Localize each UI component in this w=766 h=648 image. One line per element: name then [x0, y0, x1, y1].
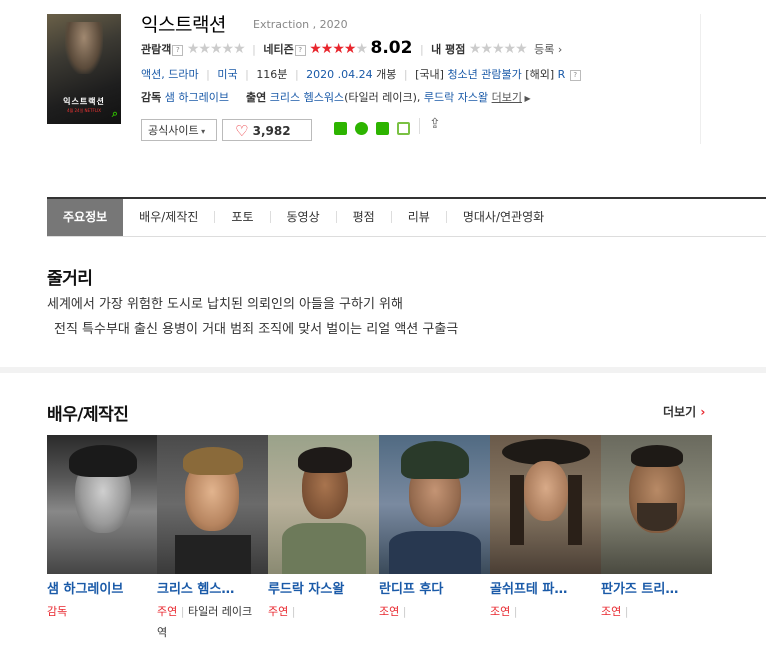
person-role: 조연 | — [601, 605, 629, 618]
heart-icon: ♡ — [235, 122, 249, 140]
poster-subtitle: 4월 24일 NETFLIX — [67, 108, 101, 113]
movie-poster[interactable]: 익스트랙션 4월 24일 NETFLIX ⌕ — [47, 14, 121, 124]
tab-cast-crew[interactable]: 배우/제작진 — [123, 199, 214, 236]
memo-share-icon[interactable] — [397, 122, 410, 135]
chevron-right-icon: › — [700, 405, 706, 419]
cast-section-heading: 배우/제작진 — [47, 405, 129, 425]
credits-row: 감독 샘 하그레이브 출연 크리스 헴스워스(타일러 레이크), 루드락 자스왈… — [141, 89, 531, 105]
release-suffix: 개봉 — [376, 68, 397, 81]
tab-video[interactable]: 동영상 — [271, 199, 336, 236]
cast-role: (타일러 레이크), — [344, 91, 421, 104]
cast-label: 출연 — [245, 91, 267, 104]
person-role: 감독 — [47, 605, 68, 618]
cast-link[interactable]: 크리스 헴스워스 — [270, 91, 344, 104]
synopsis-heading: 줄거리 — [47, 269, 93, 289]
person-role: 주연 | 타일러 레이크 역 — [157, 605, 253, 639]
tab-quotes-related[interactable]: 명대사/연관영화 — [447, 199, 560, 236]
audience-stars: ★★★★★ — [186, 41, 246, 57]
register-link[interactable]: 등록 › — [534, 43, 562, 56]
genre-link[interactable]: 드라마 — [168, 68, 198, 81]
person-name-link[interactable]: 크리스 헴스… — [157, 578, 265, 597]
director-label: 감독 — [141, 91, 162, 104]
caret-right-icon: ▶ — [521, 94, 531, 103]
tab-review[interactable]: 리뷰 — [392, 199, 446, 236]
person-photo[interactable] — [47, 435, 158, 574]
runtime: 116분 — [256, 68, 288, 81]
my-rating-label: 내 평점 — [431, 43, 466, 56]
person-name-link[interactable]: 루드락 자스왈 — [268, 578, 376, 597]
person-name-link[interactable]: 판가즈 트리… — [601, 578, 709, 597]
tab-main-info[interactable]: 주요정보 — [47, 199, 124, 236]
tab-photo[interactable]: 포토 — [215, 199, 269, 236]
magnifier-icon[interactable]: ⌕ — [112, 107, 118, 121]
my-rating-stars[interactable]: ★★★★★ — [469, 41, 528, 57]
person-photo[interactable] — [268, 435, 379, 574]
original-title: Extraction , 2020 — [253, 18, 348, 31]
help-icon[interactable]: ? — [294, 45, 306, 56]
grade-foreign-link[interactable]: R — [558, 68, 566, 81]
bookmark-share-icon[interactable] — [376, 122, 389, 135]
tab-bar: 주요정보 배우/제작진 포토 동영상 평점 리뷰 명대사/연관영화 — [47, 197, 766, 237]
grade-foreign-label: [해외] — [525, 68, 555, 81]
person-photo[interactable] — [490, 435, 601, 574]
person-photo[interactable] — [601, 435, 712, 574]
genre-link[interactable]: 액션 — [141, 68, 161, 81]
audience-label: 관람객 — [141, 43, 172, 56]
share-icons — [334, 120, 418, 139]
netizen-score: 8.02 — [370, 38, 413, 58]
ratings-row: 관람객? ★★★★★ | 네티즌? ★★★★★ 8.02 | 내 평점 ★★★★… — [141, 38, 563, 58]
credits-more-link[interactable]: 더보기 — [492, 91, 522, 104]
person-role: 조연 | — [490, 605, 518, 618]
help-icon[interactable]: ? — [569, 70, 581, 81]
person-name-link[interactable]: 샘 하그레이브 — [47, 578, 158, 597]
cast-link[interactable]: 루드락 자스왈 — [424, 91, 488, 104]
person-name-link[interactable]: 란디프 후다 — [379, 578, 487, 597]
director-link[interactable]: 샘 하그레이브 — [165, 91, 229, 104]
info-row: 액션, 드라마 | 미국 | 116분 | 2020 .04.24 개봉 | [… — [141, 66, 581, 82]
synopsis-text: 세계에서 가장 위험한 도시로 납치된 의뢰인의 아들을 구하기 위해 전직 특… — [47, 292, 458, 342]
country-link[interactable]: 미국 — [217, 68, 237, 81]
netizen-label: 네티즌 — [263, 43, 294, 56]
poster-figure — [65, 22, 103, 74]
grade-domestic-label: [국내] — [415, 68, 444, 81]
person-role: 주연 | — [268, 605, 296, 618]
share-icon[interactable]: ⇪ — [429, 116, 441, 132]
tab-rating[interactable]: 평점 — [337, 199, 391, 236]
like-count: 3,982 — [252, 124, 291, 138]
person-name-link[interactable]: 골쉬프테 파… — [490, 578, 598, 597]
synopsis-line: 전직 특수부대 출신 용병이 거대 범죄 조직에 맞서 벌이는 리얼 액션 구출… — [54, 322, 459, 337]
person-role: 조연 | — [379, 605, 407, 618]
netizen-stars: ★★★★★ — [309, 41, 368, 57]
grade-domestic-link[interactable]: 청소년 관람불가 — [447, 68, 521, 81]
cafe-share-icon[interactable] — [355, 122, 368, 135]
help-icon[interactable]: ? — [172, 45, 184, 56]
release-date-link[interactable]: 2020 .04.24 — [306, 68, 372, 81]
blog-share-icon[interactable] — [334, 122, 347, 135]
poster-title: 익스트랙션 — [63, 97, 105, 106]
like-button[interactable]: ♡ 3,982 — [222, 119, 312, 141]
cast-more-link[interactable]: 더보기 › — [663, 403, 705, 420]
official-site-button[interactable]: 공식사이트 ▾ — [141, 119, 217, 141]
synopsis-line: 세계에서 가장 위험한 도시로 납치된 의뢰인의 아들을 구하기 위해 — [47, 297, 403, 312]
person-photo[interactable] — [157, 435, 268, 574]
movie-title[interactable]: 익스트랙션 — [141, 10, 226, 37]
section-divider — [0, 367, 766, 373]
person-photo[interactable] — [379, 435, 490, 574]
chevron-down-icon: ▾ — [198, 127, 206, 136]
